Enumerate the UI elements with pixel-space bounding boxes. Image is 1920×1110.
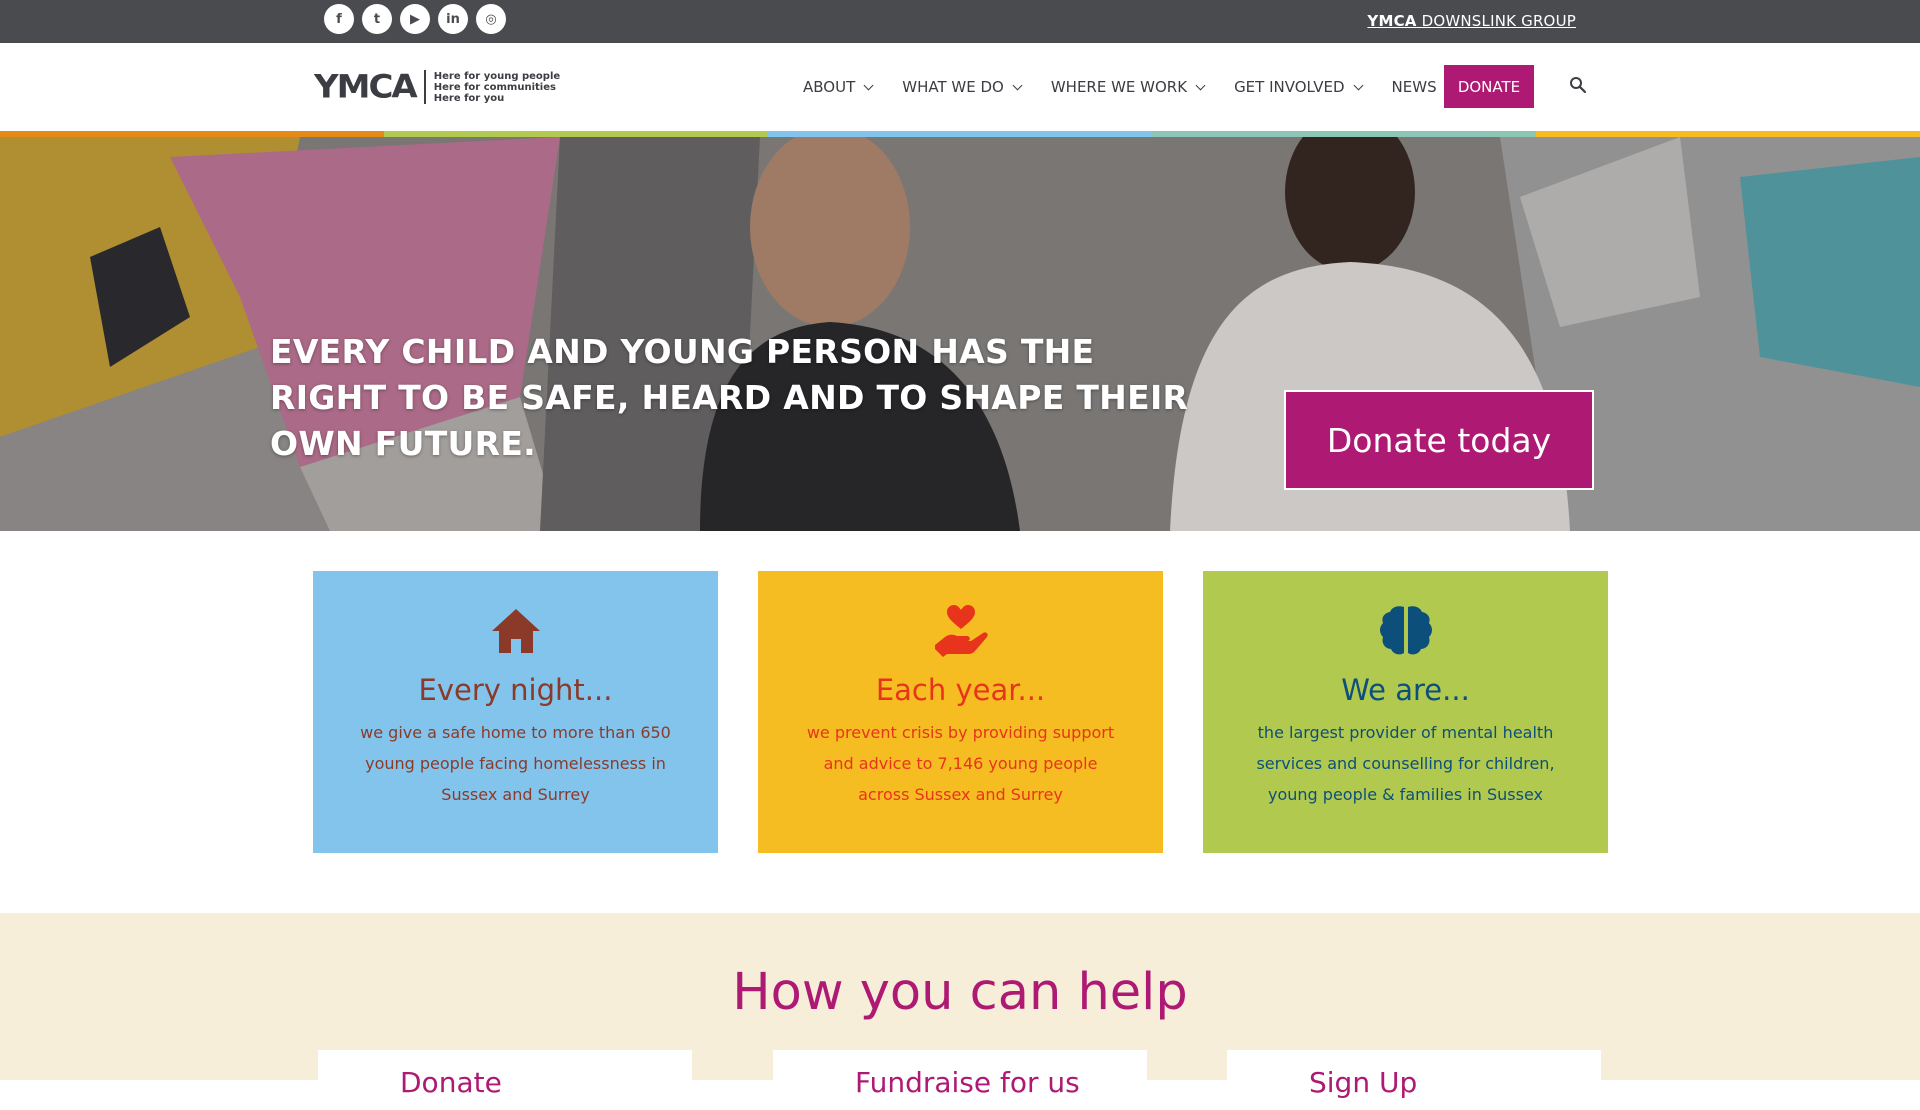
downslink-group-link[interactable]: YMCA DOWNSLINK GROUP bbox=[1367, 12, 1576, 30]
stat-card-we-are: We are... the largest provider of mental… bbox=[1203, 571, 1608, 853]
main-nav: ABOUT WHAT WE DO WHERE WE WORK GET INVOL… bbox=[803, 43, 1484, 131]
social-links: f t ▶ in ◎ bbox=[324, 4, 506, 34]
nav-item-label: WHERE WE WORK bbox=[1050, 78, 1188, 96]
logo-tagline-line: Here for you bbox=[433, 92, 505, 104]
help-card-donate[interactable]: Donate bbox=[318, 1050, 692, 1110]
chevron-down-icon bbox=[863, 80, 874, 90]
logo-tagline: Here for young people Here for communiti… bbox=[434, 71, 560, 104]
brain-icon bbox=[1379, 606, 1432, 655]
nav-item-label: WHAT WE DO bbox=[902, 78, 1004, 96]
stat-card-title: Each year... bbox=[875, 673, 1046, 707]
ymca-logo[interactable]: YMCA Here for young people Here for comm… bbox=[314, 67, 560, 107]
nav-item-get-involved[interactable]: GET INVOLVED bbox=[1234, 78, 1363, 96]
logo-tagline-line: Here for communities bbox=[433, 81, 556, 93]
instagram-icon[interactable]: ◎ bbox=[476, 4, 506, 34]
chevron-down-icon bbox=[1353, 80, 1363, 90]
site-header: YMCA Here for young people Here for comm… bbox=[0, 43, 1920, 131]
stat-card-title: We are... bbox=[1341, 673, 1470, 707]
nav-item-what-we-do[interactable]: WHAT WE DO bbox=[902, 78, 1023, 96]
nav-item-about[interactable]: ABOUT bbox=[803, 78, 874, 96]
donate-button[interactable]: DONATE bbox=[1444, 65, 1534, 108]
stat-card-text: we prevent crisis by providing support a… bbox=[806, 723, 1115, 804]
stat-card-title: Every night... bbox=[418, 673, 613, 707]
donate-today-button[interactable]: Donate today bbox=[1284, 390, 1594, 490]
help-card-sign-up[interactable]: Sign Up bbox=[1227, 1050, 1601, 1110]
nav-item-where-we-work[interactable]: WHERE WE WORK bbox=[1050, 78, 1206, 96]
group-link-rest: DOWNSLINK GROUP bbox=[1421, 12, 1576, 30]
logo-mark: YMCA bbox=[314, 68, 418, 106]
stat-card-text: the largest provider of mental health se… bbox=[1256, 723, 1555, 804]
youtube-icon[interactable]: ▶ bbox=[400, 4, 430, 34]
chevron-down-icon bbox=[1012, 80, 1023, 90]
nav-item-label: ABOUT bbox=[803, 78, 856, 96]
how-you-can-help-section: How you can help Donate Fundraise for us… bbox=[0, 913, 1920, 1110]
search-icon[interactable] bbox=[1569, 76, 1587, 94]
stat-card-every-night: Every night... we give a safe home to mo… bbox=[313, 571, 718, 853]
logo-divider bbox=[423, 70, 426, 104]
hero-banner: EVERY CHILD AND YOUNG PERSON HAS THE RIG… bbox=[0, 137, 1920, 531]
stat-cards: Every night... we give a safe home to mo… bbox=[313, 571, 1608, 853]
help-card-title: Fundraise for us bbox=[855, 1066, 1080, 1099]
help-card-fundraise[interactable]: Fundraise for us bbox=[773, 1050, 1147, 1110]
twitter-icon[interactable]: t bbox=[362, 4, 392, 34]
stat-card-text: we give a safe home to more than 650 you… bbox=[360, 723, 671, 804]
house-icon bbox=[491, 609, 540, 653]
help-card-title: Sign Up bbox=[1309, 1066, 1418, 1099]
chevron-down-icon bbox=[1195, 80, 1206, 90]
hero-title: EVERY CHILD AND YOUNG PERSON HAS THE RIG… bbox=[270, 332, 1189, 463]
logo-tagline-line: Here for young people bbox=[433, 70, 561, 82]
linkedin-icon[interactable]: in bbox=[438, 4, 468, 34]
group-link-bold: YMCA bbox=[1367, 12, 1417, 30]
nav-item-label: NEWS bbox=[1391, 78, 1437, 96]
top-bar: f t ▶ in ◎ YMCA DOWNSLINK GROUP bbox=[0, 0, 1920, 43]
heart-hand-icon bbox=[934, 605, 988, 657]
facebook-icon[interactable]: f bbox=[324, 4, 354, 34]
stat-card-each-year: Each year... we prevent crisis by provid… bbox=[758, 571, 1163, 853]
help-card-title: Donate bbox=[400, 1066, 502, 1099]
nav-item-label: GET INVOLVED bbox=[1234, 78, 1345, 96]
section-title: How you can help bbox=[732, 963, 1188, 1022]
